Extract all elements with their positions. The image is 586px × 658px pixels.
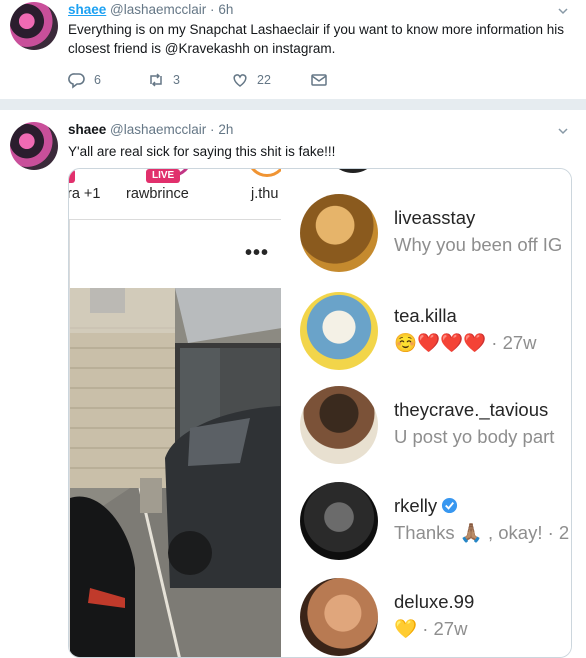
parking-lot-scene xyxy=(70,288,281,657)
story-ring xyxy=(247,169,281,177)
dm-username: liveasstay xyxy=(394,207,476,228)
timeline-divider xyxy=(0,100,586,110)
retweet-count: 3 xyxy=(173,73,180,87)
more-options-icon: ••• xyxy=(245,242,270,264)
story-label: ra +1 xyxy=(69,186,101,202)
dm-conversation-item[interactable]: theycrave._tavious U post yo body part xyxy=(281,381,571,471)
author-avatar[interactable] xyxy=(10,122,58,170)
heart-icon xyxy=(233,74,247,87)
dm-time: · 27w xyxy=(491,332,537,353)
tweet[interactable]: shaee @lashaemcclair · 2h Y'all are real… xyxy=(0,110,586,658)
reply-count: 6 xyxy=(94,73,101,87)
dm-username: deluxe.99 xyxy=(394,591,475,612)
tweet-timestamp[interactable]: 2h xyxy=(218,122,233,137)
author-handle[interactable]: @lashaemcclair xyxy=(110,122,206,137)
dm-emoji: 💛 xyxy=(394,618,418,639)
chevron-down-icon[interactable] xyxy=(558,126,568,136)
envelope-icon xyxy=(311,74,327,86)
tweet-actions: 6 3 22 xyxy=(68,71,368,91)
reply-button[interactable]: 6 xyxy=(68,71,101,89)
tweet[interactable]: shaee @lashaemcclair · 6h Everything is … xyxy=(0,0,586,100)
story-label: j.thu xyxy=(251,186,279,202)
separator: · xyxy=(210,122,215,137)
dm-conversation-item[interactable]: rkelly Thanks 🙏🏽 , okay! · 2 xyxy=(281,477,571,567)
tweet-text: Y'all are real sick for saying this shit… xyxy=(68,144,336,159)
dm-avatar xyxy=(300,386,378,464)
dm-username: theycrave._tavious xyxy=(394,399,549,420)
direct-message-button[interactable] xyxy=(310,71,328,89)
dm-message-preview: Why you been off IG xyxy=(394,234,563,255)
dm-message-preview: U post yo body part xyxy=(394,426,555,447)
dm-avatar xyxy=(300,292,378,370)
dm-message-preview: 💛 · 27w xyxy=(394,618,467,640)
partial-avatar xyxy=(326,169,380,173)
verified-badge-icon xyxy=(442,497,458,514)
like-count: 22 xyxy=(257,73,271,87)
dm-avatar xyxy=(300,194,378,272)
author-name[interactable]: shaee xyxy=(68,122,106,137)
tweet-timestamp[interactable]: 6h xyxy=(218,2,233,17)
tweet-text: Everything is on my Snapchat Lashaeclair… xyxy=(68,22,564,56)
author-handle[interactable]: @lashaemcclair xyxy=(110,2,206,17)
post-photo xyxy=(70,288,281,657)
retweet-icon xyxy=(150,73,162,87)
dm-message-preview: Thanks 🙏🏽 , okay! · 2 xyxy=(394,522,570,543)
dm-message-preview: ☺️❤️❤️❤️ · 27w xyxy=(394,332,537,354)
dm-conversation-item[interactable]: tea.killa ☺️❤️❤️❤️ · 27w xyxy=(281,287,571,377)
stories-row: ra +1 LIVE rawbrince j.thu xyxy=(69,169,281,207)
dm-conversation-item[interactable]: deluxe.99 💛 · 27w xyxy=(281,573,571,657)
instagram-dm-list: liveasstay Why you been off IG tea.killa… xyxy=(281,169,571,657)
author-avatar[interactable] xyxy=(10,2,58,50)
live-badge xyxy=(69,169,75,183)
story-label: rawbrince xyxy=(126,186,189,202)
tweet-media-image[interactable]: ra +1 LIVE rawbrince j.thu ••• liveassta… xyxy=(68,168,572,658)
dm-username: rkelly xyxy=(394,495,458,517)
tweet-header: shaee @lashaemcclair · 6h xyxy=(68,2,233,17)
reply-icon xyxy=(68,73,85,89)
dm-conversation-item[interactable]: liveasstay Why you been off IG xyxy=(281,189,571,279)
dm-avatar xyxy=(300,482,378,560)
dm-avatar xyxy=(300,578,378,656)
post-card: ••• xyxy=(69,219,281,657)
separator: · xyxy=(210,2,215,17)
retweet-button[interactable]: 3 xyxy=(147,71,180,89)
chevron-down-icon[interactable] xyxy=(558,6,568,16)
dm-emoji: ☺️❤️❤️❤️ xyxy=(394,332,487,353)
dm-username: tea.killa xyxy=(394,305,457,326)
dm-time: · 27w xyxy=(422,618,468,639)
live-badge: LIVE xyxy=(146,169,181,183)
dm-username-text: rkelly xyxy=(394,495,438,516)
instagram-feed-pane: ra +1 LIVE rawbrince j.thu ••• xyxy=(69,169,281,657)
like-button[interactable]: 22 xyxy=(231,71,271,89)
tweet-header: shaee @lashaemcclair · 2h xyxy=(68,122,233,137)
author-name[interactable]: shaee xyxy=(68,2,106,17)
